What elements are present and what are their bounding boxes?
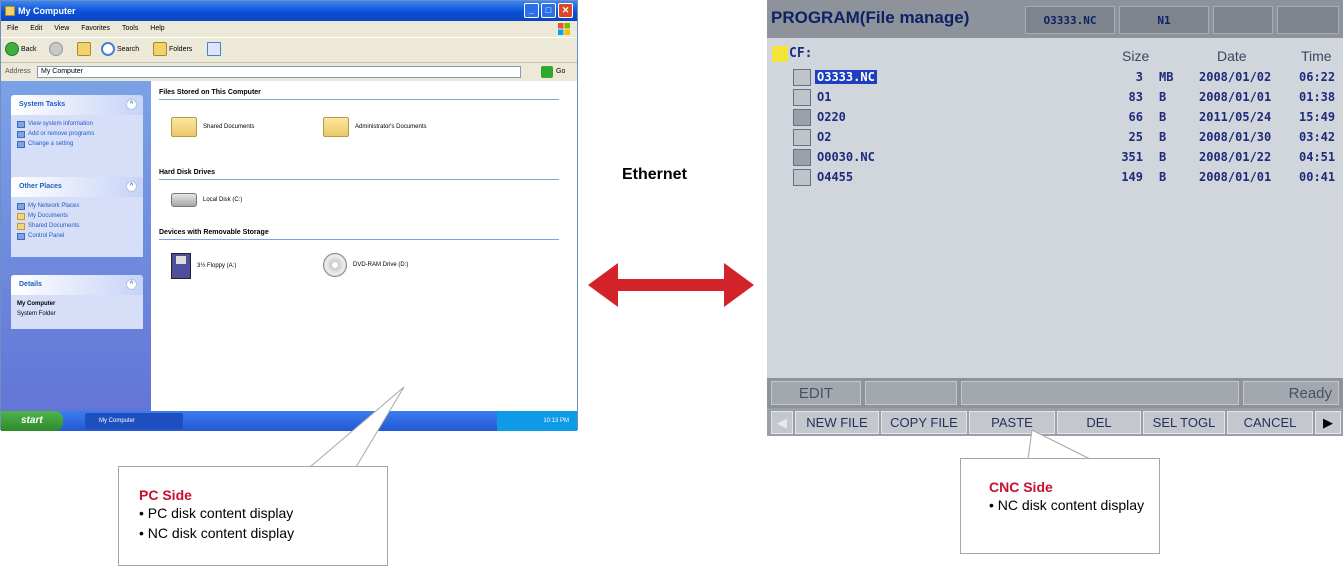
pc-side-line: • NC disk content display: [139, 525, 295, 541]
cnc-side-callout: CNC Side • NC disk content display: [960, 458, 1160, 554]
pc-side-title: PC Side: [139, 487, 192, 503]
pc-side-callout: PC Side • PC disk content display • NC d…: [118, 466, 388, 566]
cnc-side-line: • NC disk content display: [989, 497, 1145, 513]
cnc-side-title: CNC Side: [989, 479, 1053, 495]
pc-side-line: • PC disk content display: [139, 505, 294, 521]
